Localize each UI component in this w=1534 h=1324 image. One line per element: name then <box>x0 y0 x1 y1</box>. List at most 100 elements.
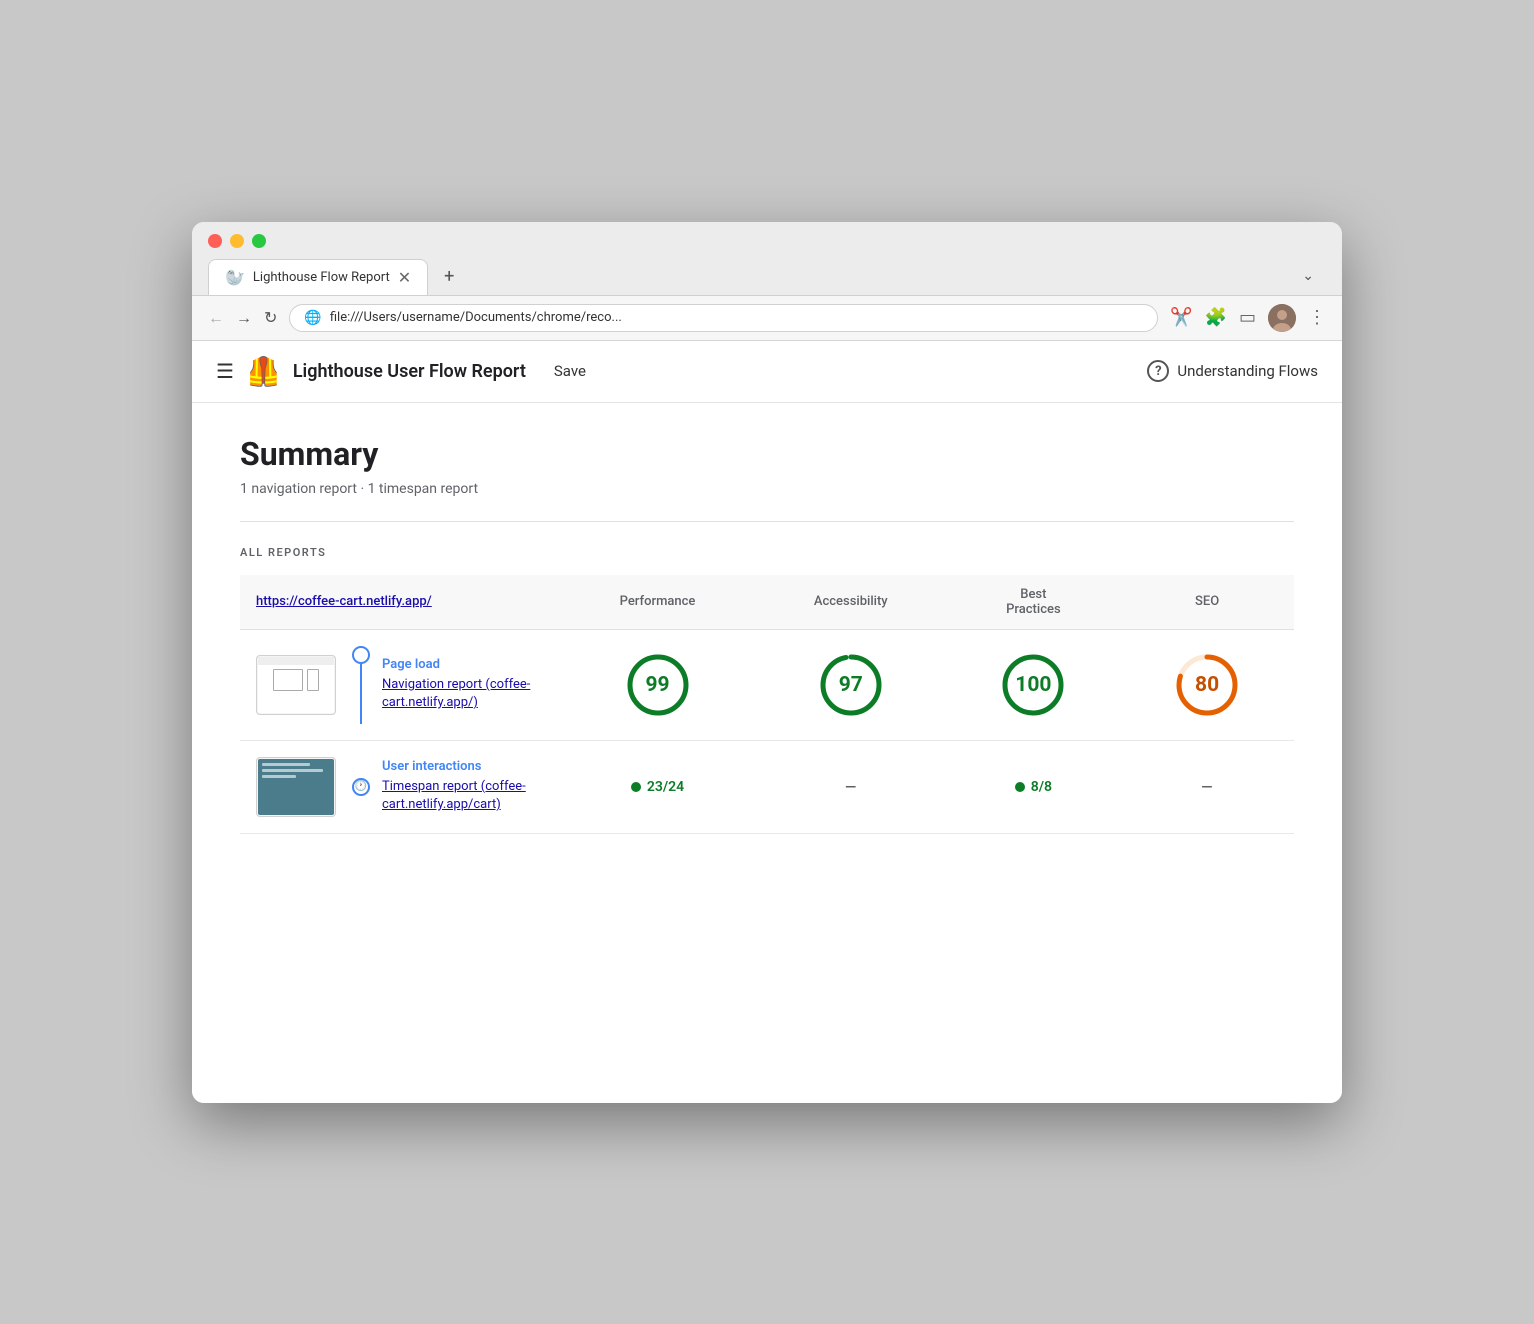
table-header-row: https://coffee-cart.netlify.app/ Perform… <box>240 575 1294 630</box>
pass-dot-2 <box>1015 782 1025 792</box>
nav-thumbnail-mockup <box>258 657 334 713</box>
performance-score: 99 <box>626 653 690 717</box>
save-button[interactable]: Save <box>554 362 586 380</box>
seo-score-value: 80 <box>1195 673 1219 697</box>
best-practices-badge-value: 8/8 <box>1031 779 1052 795</box>
timespan-performance-cell: 23/24 <box>560 740 755 833</box>
forward-button[interactable]: → <box>236 308 252 328</box>
browser-window: 🦭 Lighthouse Flow Report ✕ + ⌄ ← → ↻ 🌐 f… <box>192 222 1342 1103</box>
close-button[interactable] <box>208 234 222 248</box>
report-left-col: Page load Navigation report (coffee-cart… <box>256 646 544 724</box>
seo-dash: – <box>1201 775 1214 799</box>
report-thumbnail-timespan <box>256 757 336 817</box>
main-content: Summary 1 navigation report · 1 timespan… <box>192 403 1342 1103</box>
report-info-cell: Page load Navigation report (coffee-cart… <box>240 629 560 740</box>
flow-indicator <box>352 646 370 724</box>
split-view-icon[interactable]: ▭ <box>1239 307 1256 328</box>
tab-list-button[interactable]: ⌄ <box>1290 260 1326 292</box>
reports-container: ALL REPORTS https://coffee-cart.netlify.… <box>240 546 1294 834</box>
maximize-button[interactable] <box>252 234 266 248</box>
back-button[interactable]: ← <box>208 308 224 328</box>
lighthouse-logo: 🦺 <box>246 355 281 388</box>
understanding-flows-label: Understanding Flows <box>1177 362 1318 380</box>
timespan-left-col: 🕐 User interactions Timespan report (cof… <box>256 757 544 817</box>
performance-score-value: 99 <box>645 673 669 697</box>
new-tab-button[interactable]: + <box>432 258 466 295</box>
summary-subtitle: 1 navigation report · 1 timespan report <box>240 481 1294 497</box>
app-title: Lighthouse User Flow Report <box>293 361 526 382</box>
flow-line <box>360 664 362 724</box>
tab-favicon: 🦭 <box>225 268 245 287</box>
url-input[interactable]: 🌐 file:///Users/username/Documents/chrom… <box>289 304 1158 332</box>
accessibility-score-value: 97 <box>839 673 863 697</box>
timespan-report-text: User interactions Timespan report (coffe… <box>382 759 544 814</box>
mobile-icon <box>307 669 319 691</box>
understanding-flows-link[interactable]: ? Understanding Flows <box>1147 360 1318 382</box>
location-icon: 🌐 <box>304 310 321 326</box>
seo-score: 80 <box>1175 653 1239 717</box>
best-practices-pass-badge: 8/8 <box>1015 779 1052 795</box>
timespan-best-practices-cell: 8/8 <box>947 740 1121 833</box>
report-text: Page load Navigation report (coffee-cart… <box>382 657 544 712</box>
title-bar: 🦭 Lighthouse Flow Report ✕ + ⌄ <box>192 222 1342 296</box>
url-link[interactable]: https://coffee-cart.netlify.app/ <box>256 594 432 609</box>
timespan-info-cell: 🕐 User interactions Timespan report (cof… <box>240 740 560 833</box>
menu-button[interactable]: ☰ <box>216 359 234 383</box>
table-row: Page load Navigation report (coffee-cart… <box>240 629 1294 740</box>
seo-score-cell: 80 <box>1120 629 1294 740</box>
performance-pass-badge: 23/24 <box>631 779 684 795</box>
tab-close-button[interactable]: ✕ <box>398 268 411 287</box>
report-type-pageload: Page load <box>382 657 544 672</box>
accessibility-score: 97 <box>819 653 883 717</box>
address-bar: ← → ↻ 🌐 file:///Users/username/Documents… <box>192 296 1342 341</box>
section-label: ALL REPORTS <box>240 546 1294 559</box>
best-practices-score-value: 100 <box>1015 673 1051 697</box>
col-performance: Performance <box>560 575 755 630</box>
avatar[interactable] <box>1268 304 1296 332</box>
reload-button[interactable]: ↻ <box>264 308 277 327</box>
more-options-icon[interactable]: ⋮ <box>1308 307 1326 328</box>
desktop-icon <box>273 669 303 691</box>
timespan-content <box>258 759 334 785</box>
col-accessibility: Accessibility <box>755 575 946 630</box>
divider <box>240 521 1294 522</box>
thumb-devices <box>258 669 334 691</box>
col-url[interactable]: https://coffee-cart.netlify.app/ <box>240 575 560 630</box>
reports-table: https://coffee-cart.netlify.app/ Perform… <box>240 575 1294 834</box>
traffic-lights <box>208 234 1326 248</box>
navigation-report-link[interactable]: Navigation report (coffee-cart.netlify.a… <box>382 676 544 712</box>
ts-line-3 <box>262 775 296 778</box>
scissors-icon[interactable]: ✂️ <box>1170 307 1192 328</box>
timespan-report-link[interactable]: Timespan report (coffee-cart.netlify.app… <box>382 778 544 814</box>
report-thumbnail-nav <box>256 655 336 715</box>
col-seo: SEO <box>1120 575 1294 630</box>
minimize-button[interactable] <box>230 234 244 248</box>
best-practices-score: 100 <box>1001 653 1065 717</box>
col-best-practices: BestPractices <box>947 575 1121 630</box>
timespan-accessibility-cell: – <box>755 740 946 833</box>
table-row: 🕐 User interactions Timespan report (cof… <box>240 740 1294 833</box>
accessibility-dash: – <box>844 775 857 799</box>
app-header: ☰ 🦺 Lighthouse User Flow Report Save ? U… <box>192 341 1342 403</box>
page-title: Summary <box>240 435 1294 473</box>
active-tab[interactable]: 🦭 Lighthouse Flow Report ✕ <box>208 259 428 295</box>
url-text: file:///Users/username/Documents/chrome/… <box>330 310 622 325</box>
performance-badge-value: 23/24 <box>647 779 684 795</box>
extensions-icon[interactable]: 🧩 <box>1205 307 1227 328</box>
performance-score-cell: 99 <box>560 629 755 740</box>
best-practices-score-cell: 100 <box>947 629 1121 740</box>
help-icon: ? <box>1147 360 1169 382</box>
timespan-seo-cell: – <box>1120 740 1294 833</box>
accessibility-score-cell: 97 <box>755 629 946 740</box>
timespan-thumbnail-mockup <box>258 759 334 815</box>
flow-circle-clock: 🕐 <box>352 778 370 796</box>
flow-indicator-timespan: 🕐 <box>352 778 370 796</box>
address-actions: ✂️ 🧩 ▭ ⋮ <box>1170 304 1326 332</box>
tab-title: Lighthouse Flow Report <box>253 270 390 285</box>
pass-dot <box>631 782 641 792</box>
flow-circle-nav <box>352 646 370 664</box>
thumb-bar <box>258 657 334 665</box>
ts-line-2 <box>262 769 323 772</box>
report-type-interactions: User interactions <box>382 759 544 774</box>
tab-bar: 🦭 Lighthouse Flow Report ✕ + ⌄ <box>208 258 1326 295</box>
